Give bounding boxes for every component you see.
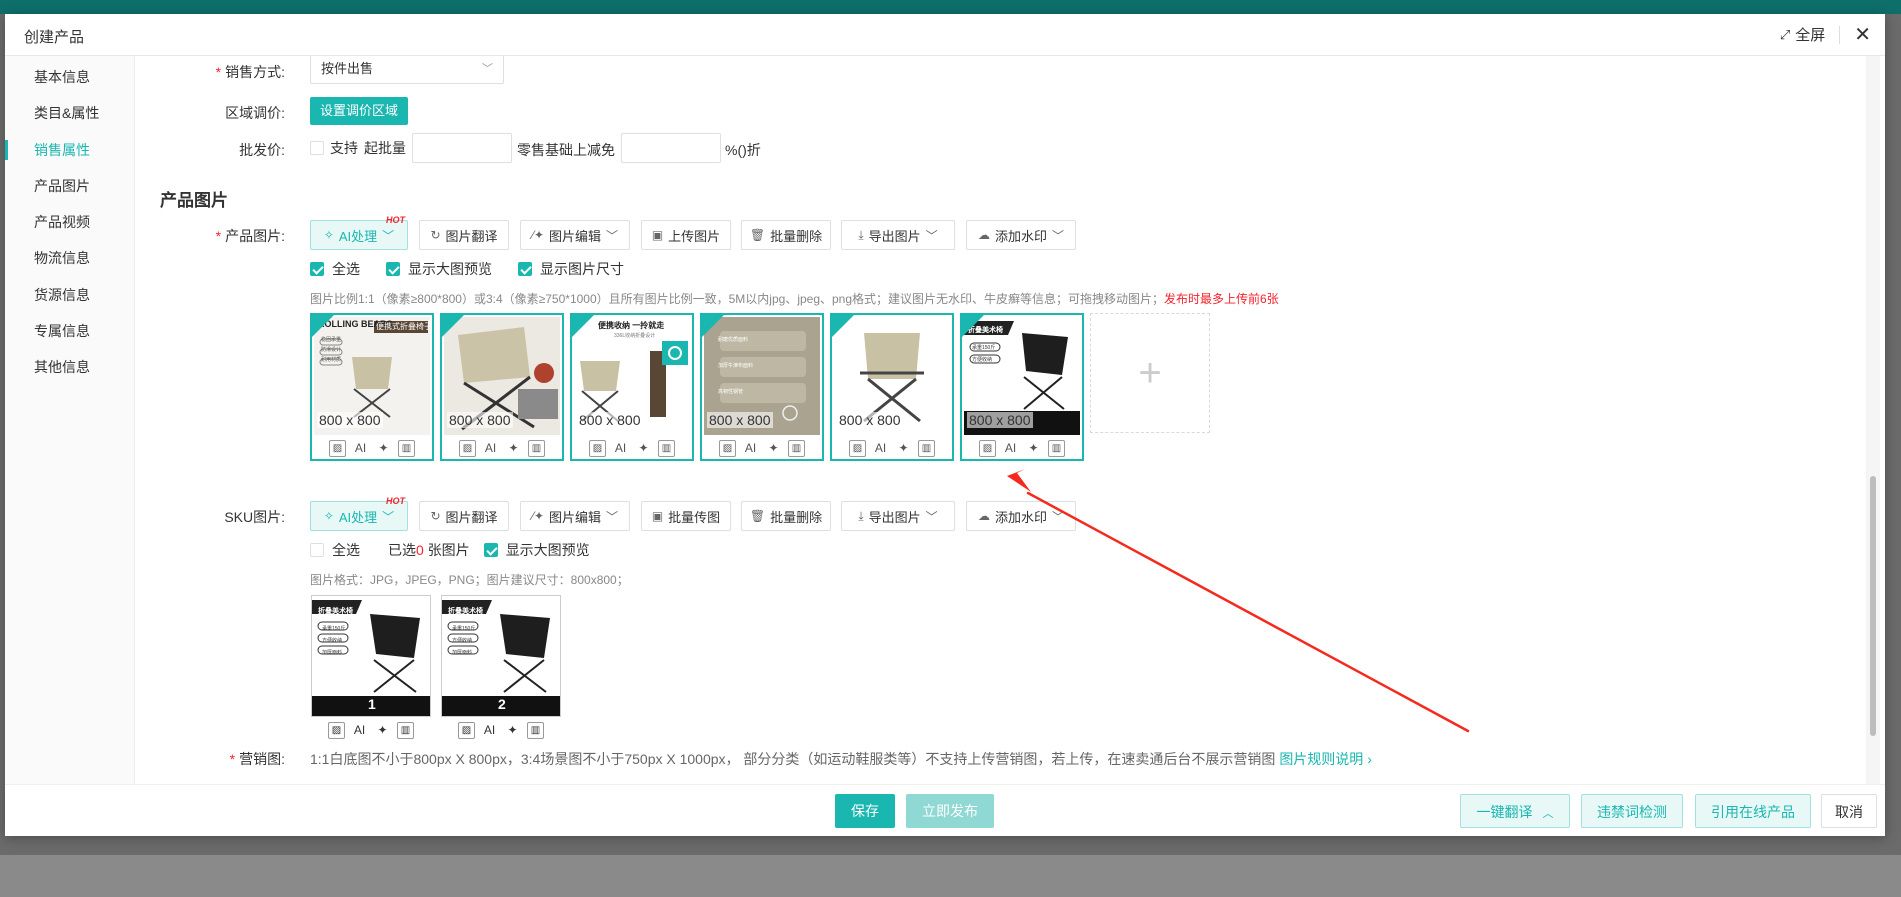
- annotation-arrow-line: [1026, 491, 1470, 733]
- annotation-arrow: [1007, 469, 1470, 733]
- modal-footer: 保存 立即发布 一键翻译 ︿ 违禁词检测 引用在线产品 取消: [5, 784, 1885, 836]
- background-app-footer: [0, 855, 1901, 897]
- one-click-translate-dropdown[interactable]: 一键翻译 ︿: [1460, 794, 1570, 828]
- publish-button[interactable]: 立即发布: [906, 794, 994, 828]
- background-app-header: [0, 0, 1901, 14]
- chevron-up-icon: ︿: [1542, 808, 1554, 820]
- one-click-translate-label: 一键翻译: [1476, 804, 1533, 820]
- cite-online-product-button[interactable]: 引用在线产品: [1695, 794, 1811, 828]
- create-product-modal: 创建产品 ⤢ 全屏 ✕ 基本信息 类目&属性 销售属性 产品图片 产品视频 物流…: [5, 14, 1885, 836]
- annotation-arrow-head: [1007, 469, 1031, 492]
- banned-word-check-button[interactable]: 违禁词检测: [1581, 794, 1683, 828]
- save-button[interactable]: 保存: [835, 794, 895, 828]
- cancel-button[interactable]: 取消: [1821, 794, 1877, 828]
